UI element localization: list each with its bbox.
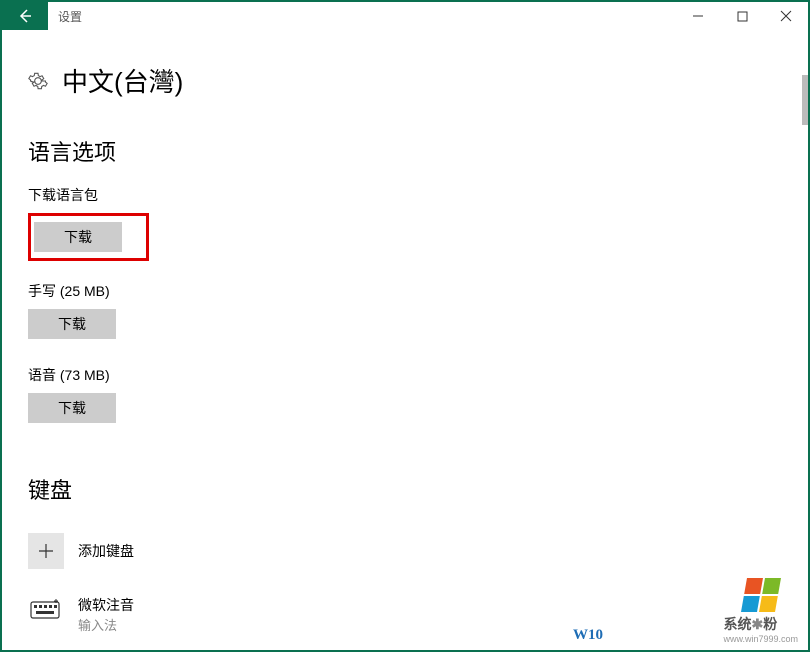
watermark-text: W10 — [573, 627, 603, 644]
keyboard-icon — [28, 595, 64, 623]
handwriting-label: 手写 (25 MB) — [28, 281, 782, 301]
back-arrow-icon — [17, 8, 33, 24]
ime-sub: 输入法 — [78, 615, 134, 634]
watermark-logo: 系统✱粉 www.win7999.com — [723, 578, 798, 644]
add-keyboard-label: 添加键盘 — [78, 541, 134, 561]
plus-icon — [38, 543, 54, 559]
highlighted-download: 下载 — [28, 213, 149, 261]
download-handwriting-button[interactable]: 下载 — [28, 309, 116, 339]
page-header: 中文(台灣) — [28, 62, 782, 99]
language-options-heading: 语言选项 — [28, 135, 782, 167]
watermark-url: www.win7999.com — [723, 634, 798, 644]
add-keyboard-row[interactable]: 添加键盘 — [28, 533, 782, 569]
maximize-button[interactable] — [720, 2, 764, 30]
download-speech-button[interactable]: 下载 — [28, 393, 116, 423]
ime-row[interactable]: 微软注音 输入法 — [28, 595, 782, 634]
language-pack-label: 下载语言包 — [28, 185, 782, 205]
scrollbar[interactable] — [802, 75, 808, 125]
back-button[interactable] — [2, 2, 48, 30]
watermark-brand: 系统✱粉 — [723, 614, 798, 634]
windows-logo-icon — [741, 578, 781, 612]
ime-name: 微软注音 — [78, 595, 134, 615]
keyboard-heading: 键盘 — [28, 473, 782, 505]
window-title: 设置 — [58, 8, 82, 25]
ime-text: 微软注音 输入法 — [78, 595, 134, 634]
speech-label: 语音 (73 MB) — [28, 365, 782, 385]
add-keyboard-button[interactable] — [28, 533, 64, 569]
gear-icon — [28, 71, 48, 91]
download-language-pack-button[interactable]: 下载 — [34, 222, 122, 252]
window-controls — [676, 2, 808, 30]
content-area: 中文(台灣) 语言选项 下载语言包 下载 手写 (25 MB) 下载 语音 (7… — [2, 30, 808, 650]
close-button[interactable] — [764, 2, 808, 30]
titlebar: 设置 — [2, 2, 808, 30]
minimize-button[interactable] — [676, 2, 720, 30]
page-title: 中文(台灣) — [62, 62, 183, 99]
